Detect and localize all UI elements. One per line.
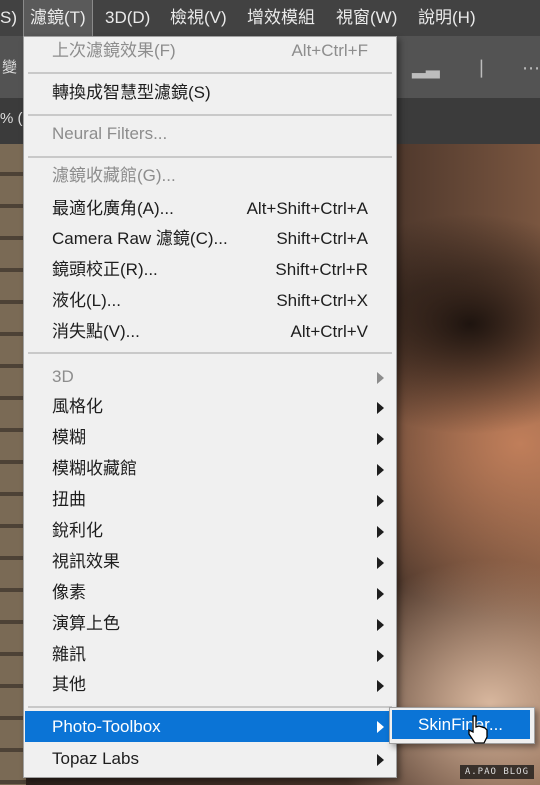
distribute-icon[interactable]: ⎹ bbox=[464, 58, 482, 79]
menu-select[interactable]: S) bbox=[0, 0, 23, 36]
submenu-arrow-icon bbox=[377, 372, 384, 384]
menu-item-label: 模糊 bbox=[52, 428, 86, 447]
menu-item-last-filter[interactable]: 上次濾鏡效果(F) Alt+Ctrl+F bbox=[25, 37, 395, 65]
submenu-arrow-icon bbox=[377, 754, 384, 766]
menu-3d[interactable]: 3D(D) bbox=[99, 0, 156, 36]
submenu-arrow-icon bbox=[377, 650, 384, 662]
menu-item-shortcut: Shift+Ctrl+R bbox=[275, 260, 368, 279]
menu-item-noise[interactable]: 雜訊 bbox=[25, 641, 395, 669]
menu-item-photo-toolbox[interactable]: Photo-Toolbox bbox=[25, 711, 395, 742]
submenu-arrow-icon bbox=[377, 619, 384, 631]
menu-bar: S) 濾鏡(T) 3D(D) 檢視(V) 增效模組 視窗(W) 說明(H) bbox=[0, 0, 540, 37]
menu-item-label: 模糊收藏館 bbox=[52, 459, 137, 478]
menu-item-video[interactable]: 視訊效果 bbox=[25, 548, 395, 576]
photo-toolbox-submenu: SkinFiner... bbox=[389, 707, 535, 744]
menu-item-label: 像素 bbox=[52, 583, 86, 602]
menu-item-label: 扭曲 bbox=[52, 490, 86, 509]
menu-item-liquify[interactable]: 液化(L)... Shift+Ctrl+X bbox=[25, 287, 395, 315]
menu-item-pixelate[interactable]: 像素 bbox=[25, 579, 395, 607]
menu-item-label: 視訊效果 bbox=[52, 552, 120, 571]
menu-item-other[interactable]: 其他 bbox=[25, 671, 395, 699]
menu-item-3d[interactable]: 3D bbox=[25, 363, 395, 391]
menu-item-label: 濾鏡收藏館(G)... bbox=[52, 166, 176, 185]
menu-item-render[interactable]: 演算上色 bbox=[25, 610, 395, 638]
menu-item-lens-correction[interactable]: 鏡頭校正(R)... Shift+Ctrl+R bbox=[25, 256, 395, 284]
menu-item-neural-filters[interactable]: Neural Filters... bbox=[25, 120, 395, 148]
menu-item-topaz-labs[interactable]: Topaz Labs bbox=[25, 745, 395, 773]
menu-item-adaptive-wide-angle[interactable]: 最適化廣角(A)... Alt+Shift+Ctrl+A bbox=[25, 195, 395, 223]
menu-item-label: Photo-Toolbox bbox=[52, 717, 161, 736]
menu-separator bbox=[28, 156, 392, 158]
submenu-arrow-icon bbox=[377, 402, 384, 414]
submenu-arrow-icon bbox=[377, 433, 384, 445]
menu-item-label: Neural Filters... bbox=[52, 124, 168, 143]
menu-item-label: 液化(L)... bbox=[52, 291, 121, 310]
menu-item-label: 3D bbox=[52, 367, 74, 386]
menu-item-label: Topaz Labs bbox=[52, 749, 139, 768]
submenu-arrow-icon bbox=[377, 680, 384, 692]
filter-menu-dropdown: 上次濾鏡效果(F) Alt+Ctrl+F 轉換成智慧型濾鏡(S) Neural … bbox=[23, 36, 397, 778]
more-options-icon[interactable]: ⋯ bbox=[522, 58, 540, 79]
menu-item-convert-smart-filter[interactable]: 轉換成智慧型濾鏡(S) bbox=[25, 79, 395, 107]
menu-item-shortcut: Alt+Ctrl+F bbox=[291, 41, 368, 60]
mouse-cursor-icon bbox=[468, 715, 488, 744]
menu-item-shortcut: Shift+Ctrl+A bbox=[276, 229, 368, 248]
submenu-arrow-icon bbox=[377, 526, 384, 538]
menu-separator bbox=[28, 72, 392, 74]
menu-item-stylize[interactable]: 風格化 bbox=[25, 393, 395, 421]
submenu-arrow-icon bbox=[377, 721, 384, 733]
menu-separator bbox=[28, 352, 392, 354]
menu-window[interactable]: 視窗(W) bbox=[330, 0, 403, 36]
menu-item-sharpen[interactable]: 銳利化 bbox=[25, 517, 395, 545]
menu-item-label: 消失點(V)... bbox=[52, 322, 140, 341]
options-label: 變 bbox=[2, 59, 18, 76]
menu-item-label: 轉換成智慧型濾鏡(S) bbox=[52, 83, 211, 102]
submenu-arrow-icon bbox=[377, 557, 384, 569]
menu-item-label: Camera Raw 濾鏡(C)... bbox=[52, 229, 228, 248]
menu-plugins[interactable]: 增效模組 bbox=[241, 0, 321, 36]
menu-item-label: 演算上色 bbox=[52, 614, 120, 633]
menu-item-distort[interactable]: 扭曲 bbox=[25, 486, 395, 514]
submenu-item-skinfiner[interactable]: SkinFiner... bbox=[392, 710, 530, 739]
menu-item-label: 其他 bbox=[52, 675, 86, 694]
menu-item-camera-raw[interactable]: Camera Raw 濾鏡(C)... Shift+Ctrl+A bbox=[25, 225, 395, 253]
menu-item-shortcut: Alt+Ctrl+V bbox=[290, 322, 368, 341]
menu-item-vanishing-point[interactable]: 消失點(V)... Alt+Ctrl+V bbox=[25, 318, 395, 346]
menu-item-label: 銳利化 bbox=[52, 521, 103, 540]
menu-item-label: 最適化廣角(A)... bbox=[52, 199, 174, 218]
submenu-arrow-icon bbox=[377, 588, 384, 600]
menu-separator bbox=[28, 706, 392, 708]
menu-item-filter-gallery[interactable]: 濾鏡收藏館(G)... bbox=[25, 162, 395, 190]
menu-view[interactable]: 檢視(V) bbox=[164, 0, 233, 36]
submenu-arrow-icon bbox=[377, 464, 384, 476]
watermark: A.PAO BLOG bbox=[459, 765, 534, 779]
menu-item-label: 雜訊 bbox=[52, 645, 86, 664]
menu-item-shortcut: Alt+Shift+Ctrl+A bbox=[246, 199, 368, 218]
menu-item-label: 鏡頭校正(R)... bbox=[52, 260, 158, 279]
submenu-arrow-icon bbox=[377, 495, 384, 507]
menu-item-blur-gallery[interactable]: 模糊收藏館 bbox=[25, 455, 395, 483]
menu-item-label: 風格化 bbox=[52, 397, 103, 416]
document-tab-label[interactable]: % ( bbox=[0, 110, 23, 127]
align-bottom-icon[interactable]: ▂▃ bbox=[412, 58, 440, 79]
menu-item-blur[interactable]: 模糊 bbox=[25, 424, 395, 452]
menu-filter[interactable]: 濾鏡(T) bbox=[23, 0, 93, 37]
menu-item-shortcut: Shift+Ctrl+X bbox=[276, 291, 368, 310]
menu-separator bbox=[28, 114, 392, 116]
menu-help[interactable]: 說明(H) bbox=[412, 0, 482, 36]
menu-item-label: 上次濾鏡效果(F) bbox=[52, 41, 176, 60]
